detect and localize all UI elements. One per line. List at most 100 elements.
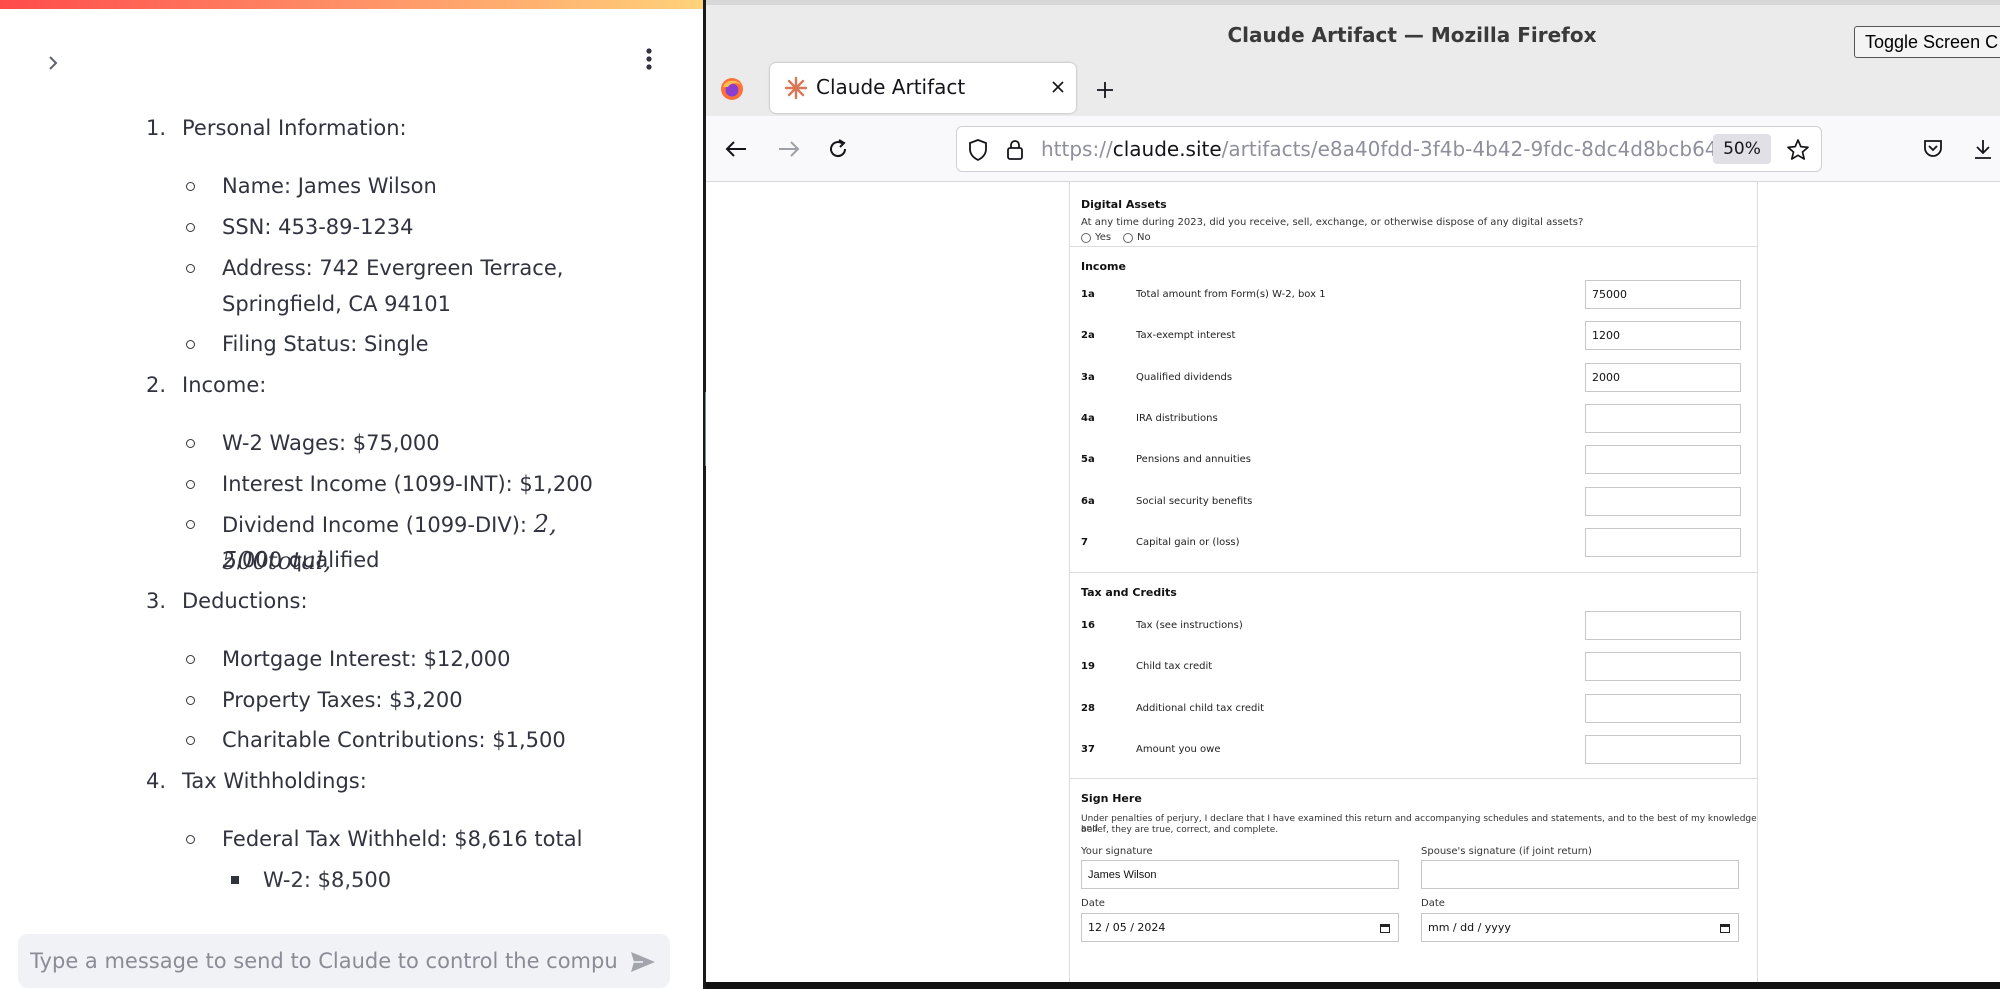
line-number: 37 xyxy=(1081,744,1095,755)
bookmark-button[interactable] xyxy=(1783,135,1813,165)
list-item: Address: 742 Evergreen Terrace, xyxy=(222,256,564,280)
url-text[interactable]: https://claude.site/artifacts/e8a40fdd-3… xyxy=(1041,137,1717,161)
section-title: Income: xyxy=(182,373,267,397)
reload-button[interactable] xyxy=(823,134,853,164)
expand-sidebar-button[interactable] xyxy=(38,48,68,78)
plus-icon xyxy=(1097,82,1113,98)
line-description: Total amount from Form(s) W-2, box 1 xyxy=(1136,289,1326,300)
url-path: /artifacts/e8a40fdd-3f4b-4b42-9fdc-8dc4d… xyxy=(1221,137,1717,161)
digital-assets-no-radio[interactable] xyxy=(1123,233,1133,243)
list-item: Charitable Contributions: $1,500 xyxy=(222,728,566,752)
download-icon xyxy=(1975,140,1991,159)
list-item-continuation: 2,000 qualified xyxy=(222,548,380,572)
line-number: 6a xyxy=(1081,496,1095,507)
line-3a-input[interactable] xyxy=(1585,363,1741,392)
line-number: 4a xyxy=(1081,413,1095,424)
your-signature-input[interactable] xyxy=(1081,860,1399,889)
list-item: W-2 Wages: $75,000 xyxy=(222,431,440,455)
list-number: 3. xyxy=(146,589,167,613)
send-button[interactable] xyxy=(626,945,660,979)
line-7-input[interactable] xyxy=(1585,528,1741,557)
line-16-input[interactable] xyxy=(1585,611,1741,640)
line-4a-input[interactable] xyxy=(1585,404,1741,433)
line-number: 5a xyxy=(1081,454,1095,465)
lock-icon[interactable] xyxy=(1005,138,1025,162)
spouse-signature-input[interactable] xyxy=(1421,860,1739,889)
date-input[interactable]: 12 / 05 / 2024 xyxy=(1081,913,1399,942)
bullet-circle xyxy=(186,223,195,232)
tax-credits-section: Tax and Credits 16 Tax (see instructions… xyxy=(1070,573,1757,779)
chat-panel: 1. Personal Information: Name: James Wil… xyxy=(0,0,703,989)
declaration-text: belief, they are true, correct, and comp… xyxy=(1081,825,1279,835)
zoom-level-button[interactable]: 50% xyxy=(1713,134,1771,164)
field-label: Date xyxy=(1421,898,1445,909)
calendar-icon[interactable] xyxy=(1380,923,1390,933)
window-bottom-edge xyxy=(706,982,2000,989)
list-number: 2. xyxy=(146,373,167,397)
shield-icon[interactable] xyxy=(967,138,989,162)
bullet-circle xyxy=(186,835,195,844)
main-menu-button[interactable] xyxy=(634,44,664,74)
pocket-button[interactable] xyxy=(1918,134,1948,164)
downloads-button[interactable] xyxy=(1968,134,1998,164)
line-19-input[interactable] xyxy=(1585,652,1741,681)
page-content: Digital Assets At any time during 2023, … xyxy=(706,182,2000,982)
section-heading: Income xyxy=(1081,260,1126,273)
tab-bar: Claude Artifact xyxy=(706,62,2000,116)
radio-label: Yes xyxy=(1095,232,1112,243)
new-tab-button[interactable] xyxy=(1090,75,1120,105)
top-accent-bar xyxy=(0,0,703,9)
chat-input[interactable] xyxy=(18,934,618,988)
section-title: Tax Withholdings: xyxy=(182,769,367,793)
calendar-icon[interactable] xyxy=(1720,923,1730,933)
list-item-continuation: Springfield, CA 94101 xyxy=(222,292,451,316)
toggle-screen-button[interactable]: Toggle Screen C xyxy=(1854,26,2000,58)
section-heading: Sign Here xyxy=(1081,792,1142,805)
field-label: Your signature xyxy=(1081,846,1153,857)
bullet-circle xyxy=(186,696,195,705)
line-5a-input[interactable] xyxy=(1585,445,1741,474)
line-37-input[interactable] xyxy=(1585,735,1741,764)
back-button[interactable] xyxy=(721,134,751,164)
pocket-icon xyxy=(1924,140,1942,157)
section-heading: Digital Assets xyxy=(1081,198,1167,211)
line-description: Tax-exempt interest xyxy=(1136,330,1236,341)
chat-input-container xyxy=(18,934,670,988)
line-description: Social security benefits xyxy=(1136,496,1253,507)
line-2a-input[interactable] xyxy=(1585,321,1741,350)
claude-sparkle-icon xyxy=(784,76,808,100)
bullet-circle xyxy=(186,264,195,273)
digital-assets-yes-radio[interactable] xyxy=(1081,233,1091,243)
bullet-circle xyxy=(186,655,195,664)
line-description: Amount you owe xyxy=(1136,744,1221,755)
section-title: Personal Information: xyxy=(182,116,407,140)
line-28-input[interactable] xyxy=(1585,694,1741,723)
line-1a-input[interactable] xyxy=(1585,280,1741,309)
list-item: Filing Status: Single xyxy=(222,332,429,356)
digital-assets-question: At any time during 2023, did you receive… xyxy=(1081,217,1584,228)
firefox-logo-icon[interactable] xyxy=(720,77,744,101)
message-fade xyxy=(0,884,703,908)
close-tab-button[interactable] xyxy=(1046,75,1070,99)
url-bar[interactable]: https://claude.site/artifacts/e8a40fdd-3… xyxy=(956,126,1822,172)
line-description: Child tax credit xyxy=(1136,661,1213,672)
list-item: Name: James Wilson xyxy=(222,174,437,198)
line-description: Additional child tax credit xyxy=(1136,703,1265,714)
line-6a-input[interactable] xyxy=(1585,487,1741,516)
forward-button[interactable] xyxy=(774,134,804,164)
line-number: 2a xyxy=(1081,330,1095,341)
window-titlebar: Claude Artifact — Mozilla Firefox Toggle… xyxy=(706,0,2000,62)
line-description: Qualified dividends xyxy=(1136,372,1233,383)
assistant-message: 1. Personal Information: Name: James Wil… xyxy=(0,104,703,904)
line-number: 1a xyxy=(1081,289,1095,300)
spouse-date-input[interactable]: mm / dd / yyyy xyxy=(1421,913,1739,942)
list-item: Mortgage Interest: $12,000 xyxy=(222,647,511,671)
line-description: Tax (see instructions) xyxy=(1136,620,1243,631)
bullet-circle xyxy=(186,439,195,448)
radio-label: No xyxy=(1137,232,1151,243)
list-item: Interest Income (1099-INT): $1,200 xyxy=(222,472,593,496)
kebab-menu-icon xyxy=(646,48,652,70)
firefox-window: Claude Artifact — Mozilla Firefox Toggle… xyxy=(706,0,2000,989)
tab-label: Claude Artifact xyxy=(816,75,966,99)
tab-claude-artifact[interactable]: Claude Artifact xyxy=(770,63,1076,113)
